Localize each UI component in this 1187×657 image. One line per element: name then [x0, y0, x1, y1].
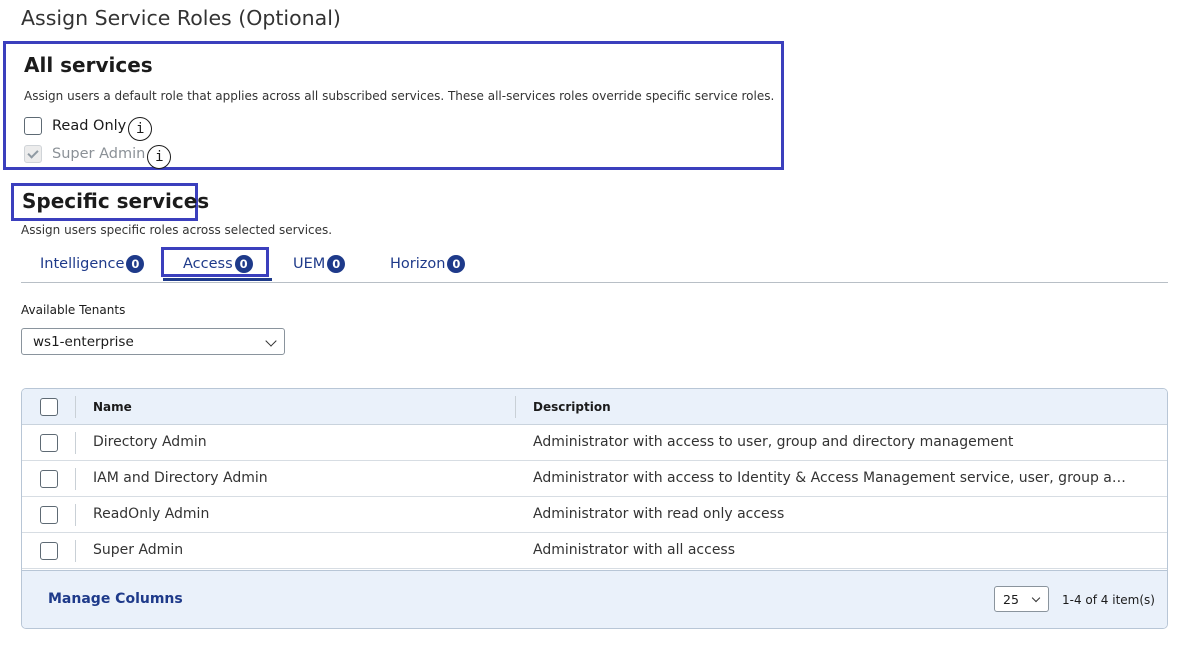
column-divider[interactable] — [515, 396, 516, 418]
tab-label: Horizon — [390, 256, 446, 272]
column-divider[interactable] — [75, 396, 76, 418]
all-services-description: Assign users a default role that applies… — [24, 89, 775, 103]
tab-label: UEM — [293, 256, 326, 272]
tenant-select[interactable]: ws1-enterprise — [21, 328, 285, 355]
role-name: Super Admin — [93, 542, 184, 558]
table-row[interactable]: ReadOnly Admin Administrator with read o… — [22, 497, 1167, 533]
tab-intelligence[interactable]: Intelligence 0 — [40, 251, 145, 277]
count-badge: 0 — [327, 255, 346, 273]
all-services-title: All services — [24, 53, 153, 77]
item-count: 1-4 of 4 item(s) — [1062, 593, 1155, 607]
grid-header: Name Description — [22, 389, 1167, 425]
role-super-admin: Super Admin i — [24, 142, 172, 169]
select-all-checkbox[interactable] — [40, 398, 58, 416]
page-title: Assign Service Roles (Optional) — [21, 6, 341, 30]
specific-services-heading-box: Specific services — [11, 183, 209, 221]
specific-services-title: Specific services — [22, 189, 210, 213]
manage-columns-button[interactable]: Manage Columns — [48, 591, 183, 607]
column-divider — [75, 432, 76, 454]
active-tab-indicator — [163, 278, 272, 281]
chevron-down-icon — [1031, 593, 1041, 603]
role-description: Administrator with read only access — [533, 506, 785, 522]
info-icon[interactable]: i — [128, 117, 153, 141]
roles-grid: Name Description Directory Admin Adminis… — [21, 388, 1168, 629]
tab-label: Access — [183, 256, 233, 272]
read-only-checkbox[interactable] — [24, 117, 42, 135]
tab-horizon[interactable]: Horizon 0 — [390, 251, 466, 277]
row-checkbox[interactable] — [40, 434, 58, 452]
tenant-select-value: ws1-enterprise — [33, 333, 134, 350]
page-size-select[interactable]: 25 — [994, 586, 1049, 612]
row-checkbox[interactable] — [40, 542, 58, 560]
row-checkbox[interactable] — [40, 470, 58, 488]
tab-label: Intelligence — [40, 256, 125, 272]
info-icon[interactable]: i — [147, 145, 172, 169]
grid-footer: Manage Columns 25 1-4 of 4 item(s) — [22, 570, 1167, 628]
role-read-only[interactable]: Read Only i — [24, 114, 153, 141]
tab-uem[interactable]: UEM 0 — [293, 251, 346, 277]
tab-access[interactable]: Access 0 — [183, 251, 253, 277]
read-only-label: Read Only — [52, 118, 127, 134]
row-checkbox[interactable] — [40, 506, 58, 524]
role-name: ReadOnly Admin — [93, 506, 210, 522]
role-description: Administrator with access to user, group… — [533, 434, 1014, 450]
table-row[interactable]: IAM and Directory Admin Administrator wi… — [22, 461, 1167, 497]
available-tenants-label: Available Tenants — [21, 303, 126, 317]
table-row[interactable]: Super Admin Administrator with all acces… — [22, 533, 1167, 569]
column-divider — [75, 468, 76, 490]
super-admin-checkbox — [24, 145, 42, 163]
super-admin-label: Super Admin — [52, 146, 146, 162]
column-header-name[interactable]: Name — [93, 400, 493, 414]
role-description: Administrator with access to Identity & … — [533, 470, 1133, 486]
table-row[interactable]: Directory Admin Administrator with acces… — [22, 425, 1167, 461]
count-badge: 0 — [126, 255, 145, 273]
count-badge: 0 — [234, 255, 253, 273]
role-description: Administrator with all access — [533, 542, 736, 558]
specific-services-description: Assign users specific roles across selec… — [21, 223, 333, 237]
role-name: Directory Admin — [93, 434, 207, 450]
chevron-down-icon — [265, 335, 277, 347]
column-divider — [75, 504, 76, 526]
role-name: IAM and Directory Admin — [93, 470, 268, 486]
count-badge: 0 — [447, 255, 466, 273]
page-size-value: 25 — [1003, 591, 1019, 607]
column-divider — [75, 540, 76, 562]
column-header-description[interactable]: Description — [533, 400, 1133, 414]
service-tabs: Intelligence 0 Access 0 UEM 0 Horizon 0 — [21, 247, 1168, 283]
all-services-section: All services Assign users a default role… — [3, 41, 784, 170]
